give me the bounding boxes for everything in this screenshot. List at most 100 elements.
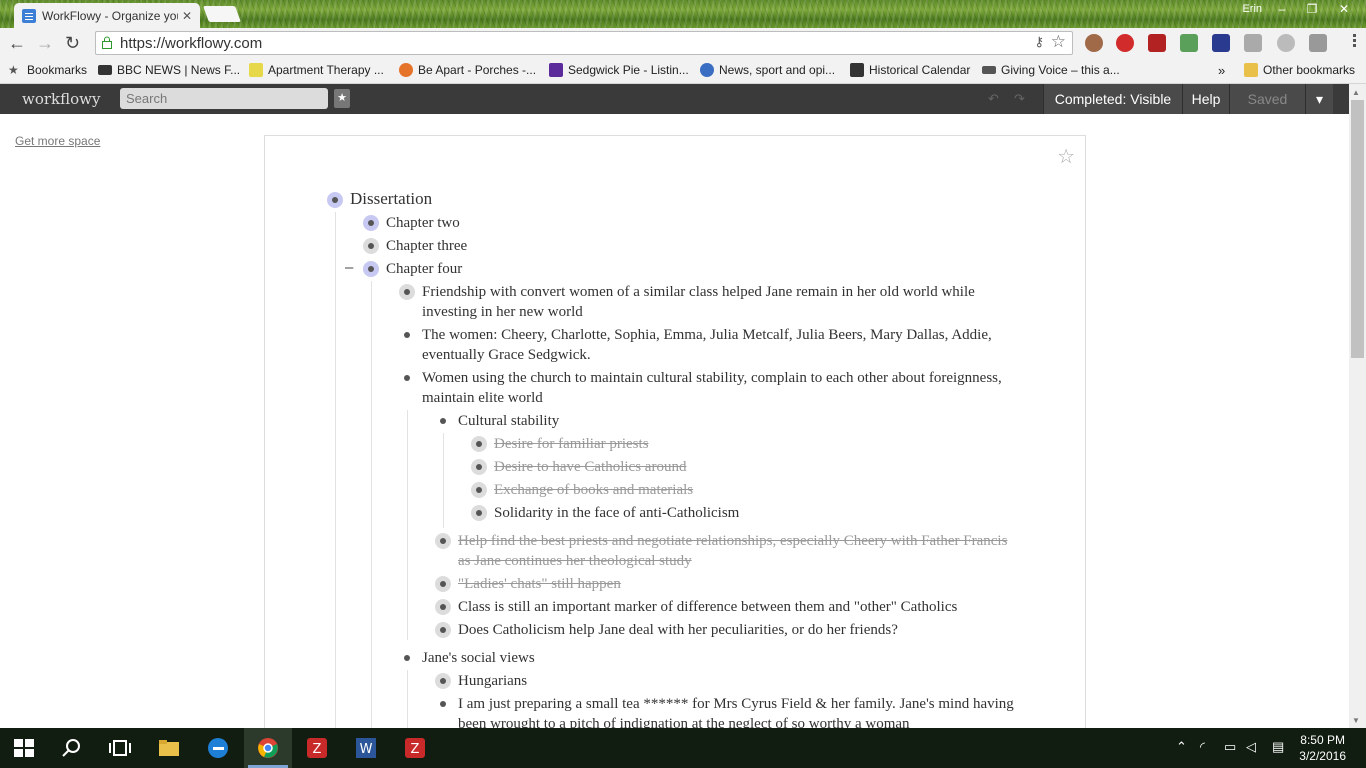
notifications-icon[interactable]: ▤ bbox=[1272, 739, 1284, 755]
wifi-icon[interactable]: ◜ bbox=[1200, 739, 1205, 755]
volume-icon[interactable]: ◁ bbox=[1246, 739, 1256, 755]
chrome-menu-icon[interactable] bbox=[1353, 34, 1356, 37]
bookmark-item[interactable]: ★ Bookmarks bbox=[8, 63, 87, 77]
get-more-space-link[interactable]: Get more space bbox=[15, 134, 100, 148]
close-window-icon[interactable]: ✕ bbox=[1330, 0, 1358, 20]
collapse-toggle-icon[interactable]: – bbox=[345, 259, 353, 276]
restore-icon[interactable]: ❐ bbox=[1298, 0, 1326, 20]
outline-bullet[interactable] bbox=[399, 327, 415, 343]
outline-bullet[interactable] bbox=[435, 576, 451, 592]
undo-icon[interactable]: ↶ bbox=[988, 91, 999, 107]
scroll-down-icon[interactable]: ▼ bbox=[1352, 716, 1360, 725]
bookmark-item[interactable]: Be Apart - Porches -... bbox=[399, 63, 536, 77]
word-icon[interactable]: W bbox=[354, 736, 378, 760]
chrome-icon[interactable] bbox=[256, 736, 280, 760]
outline-item[interactable]: Chapter three bbox=[386, 236, 1006, 256]
search-icon[interactable] bbox=[60, 736, 84, 760]
outline-bullet[interactable] bbox=[435, 413, 451, 429]
address-bar[interactable]: https://workflowy.com ⚷ ☆ bbox=[95, 31, 1073, 55]
extension-icon[interactable] bbox=[1085, 34, 1103, 52]
extension-b-icon[interactable] bbox=[1212, 34, 1230, 52]
outline-item[interactable]: Solidarity in the face of anti-Catholici… bbox=[494, 503, 1014, 523]
outline-item[interactable]: Dissertation bbox=[350, 189, 1010, 209]
zotero-icon[interactable]: Z bbox=[305, 736, 329, 760]
outline-bullet[interactable] bbox=[399, 370, 415, 386]
other-bookmarks[interactable]: Other bookmarks bbox=[1244, 63, 1355, 77]
back-icon[interactable]: ← bbox=[8, 33, 26, 53]
show-hidden-icons-icon[interactable]: ⌃ bbox=[1176, 739, 1187, 755]
workflowy-logo[interactable]: workflowy bbox=[22, 90, 100, 108]
outline-item-completed[interactable]: "Ladies' chats" still happen bbox=[458, 574, 1018, 594]
bookmark-item[interactable]: Sedgwick Pie - Listin... bbox=[549, 63, 689, 77]
battery-icon[interactable]: ▭ bbox=[1224, 739, 1236, 755]
outline-item[interactable]: Friendship with convert women of a simil… bbox=[422, 282, 1014, 322]
extension-grey-icon[interactable] bbox=[1244, 34, 1262, 52]
outline-bullet[interactable] bbox=[435, 622, 451, 638]
extension-badge-icon[interactable] bbox=[1180, 34, 1198, 52]
scrollbar-thumb[interactable] bbox=[1351, 100, 1364, 358]
outline-item[interactable]: Hungarians bbox=[458, 671, 1018, 691]
outline-item[interactable]: Cultural stability bbox=[458, 411, 1018, 431]
outline-item[interactable]: The women: Cheery, Charlotte, Sophia, Em… bbox=[422, 325, 1014, 365]
settings-dropdown-button[interactable]: ▾ bbox=[1305, 84, 1333, 114]
windows-start-icon[interactable] bbox=[12, 736, 36, 760]
starred-pages-icon[interactable]: ★ bbox=[334, 89, 350, 108]
bookmarks-bar: ★ Bookmarks BBC NEWS | News F... Apartmen… bbox=[0, 58, 1366, 84]
system-clock[interactable]: 8:50 PM 3/2/2016 bbox=[1299, 732, 1346, 764]
browser-tab[interactable]: WorkFlowy - Organize you ✕ bbox=[14, 3, 200, 28]
outline-bullet[interactable] bbox=[327, 192, 343, 208]
outline-bullet[interactable] bbox=[399, 650, 415, 666]
bookmark-item[interactable]: Apartment Therapy ... bbox=[249, 63, 384, 77]
outline-bullet[interactable] bbox=[363, 215, 379, 231]
forward-icon[interactable]: → bbox=[36, 33, 54, 53]
bookmark-item[interactable]: Historical Calendar bbox=[850, 63, 970, 77]
bookmark-star-icon[interactable]: ☆ bbox=[1051, 32, 1066, 52]
outline-bullet[interactable] bbox=[471, 459, 487, 475]
extension-circle-icon[interactable] bbox=[1277, 34, 1295, 52]
profile-name[interactable]: Erin bbox=[1242, 3, 1262, 15]
extension-hat-icon[interactable] bbox=[1148, 34, 1166, 52]
outline-item[interactable]: Class is still an important marker of di… bbox=[458, 597, 1018, 617]
key-icon[interactable]: ⚷ bbox=[1034, 34, 1044, 50]
new-tab-button[interactable] bbox=[203, 6, 241, 22]
file-explorer-icon[interactable] bbox=[157, 736, 181, 760]
search-input[interactable] bbox=[120, 88, 328, 109]
outline-bullet[interactable] bbox=[435, 696, 451, 712]
completed-toggle-button[interactable]: Completed: Visible bbox=[1043, 84, 1182, 114]
outline-bullet[interactable] bbox=[471, 436, 487, 452]
outline-bullet[interactable] bbox=[435, 599, 451, 615]
reload-icon[interactable]: ↻ bbox=[65, 33, 80, 53]
bookmarks-overflow[interactable]: » bbox=[1218, 63, 1225, 78]
outline-item[interactable]: I am just preparing a small tea ****** f… bbox=[458, 694, 1018, 728]
outline-item[interactable]: Chapter four bbox=[386, 259, 1006, 279]
help-button[interactable]: Help bbox=[1182, 84, 1229, 114]
outline-item-completed[interactable]: Help find the best priests and negotiate… bbox=[458, 531, 1018, 571]
outline-bullet[interactable] bbox=[471, 482, 487, 498]
outline-item-completed[interactable]: Desire for familiar priests bbox=[494, 434, 1014, 454]
outline-bullet[interactable] bbox=[471, 505, 487, 521]
outline-item-completed[interactable]: Exchange of books and materials bbox=[494, 480, 1014, 500]
outline-bullet[interactable] bbox=[435, 533, 451, 549]
outline-item[interactable]: Jane's social views bbox=[422, 648, 1014, 668]
redo-icon[interactable]: ↷ bbox=[1014, 91, 1025, 107]
outline-item[interactable]: Chapter two bbox=[386, 213, 1006, 233]
outline-item[interactable]: Does Catholicism help Jane deal with her… bbox=[458, 620, 1018, 640]
extension-drive-icon[interactable] bbox=[1309, 34, 1327, 52]
outline-item-completed[interactable]: Desire to have Catholics around bbox=[494, 457, 1014, 477]
edge-icon[interactable] bbox=[206, 736, 230, 760]
outline-bullet[interactable] bbox=[435, 673, 451, 689]
close-tab-icon[interactable]: ✕ bbox=[182, 9, 192, 23]
outline-bullet[interactable] bbox=[363, 238, 379, 254]
outline-item[interactable]: Women using the church to maintain cultu… bbox=[422, 368, 1014, 408]
scroll-up-icon[interactable]: ▲ bbox=[1352, 88, 1360, 97]
star-page-icon[interactable]: ☆ bbox=[1057, 144, 1075, 169]
bookmark-item[interactable]: News, sport and opi... bbox=[700, 63, 835, 77]
adblock-icon[interactable] bbox=[1116, 34, 1134, 52]
zotero-standalone-icon[interactable]: Z bbox=[403, 736, 427, 760]
outline-bullet[interactable] bbox=[399, 284, 415, 300]
minimize-icon[interactable]: – bbox=[1268, 0, 1296, 20]
task-view-icon[interactable] bbox=[108, 736, 132, 760]
outline-bullet[interactable] bbox=[363, 261, 379, 277]
bookmark-item[interactable]: Giving Voice – this a... bbox=[982, 63, 1120, 77]
bookmark-item[interactable]: BBC NEWS | News F... bbox=[98, 63, 240, 77]
